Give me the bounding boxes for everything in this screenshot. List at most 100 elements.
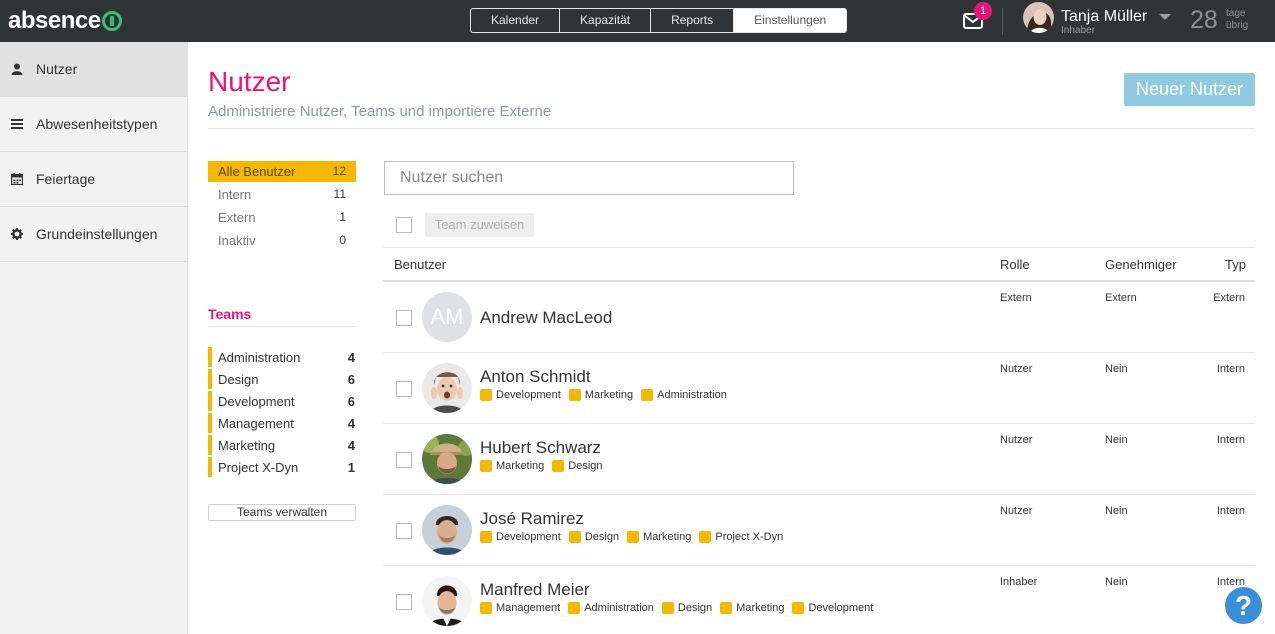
user-role: Extern [1000,292,1032,304]
sidebar-item-nutzer[interactable]: Nutzer [0,42,188,97]
nav-kalender[interactable]: Kalender [471,9,561,32]
divider [208,326,356,327]
sidebar-item-abwesenheitstypen[interactable]: Abwesenheitstypen [0,97,188,152]
manage-teams-button[interactable]: Teams verwalten [208,504,356,521]
new-user-button[interactable]: Neuer Nutzer [1124,73,1255,106]
avatar[interactable] [422,434,472,484]
team-count: 6 [347,372,355,387]
row-checkbox[interactable] [396,310,412,326]
user-type: Intern [1216,434,1245,446]
sidebar-item-grundeinstellungen[interactable]: Grundeinstellungen [0,207,188,262]
column-header-role[interactable]: Rolle [1000,257,1030,272]
team-count: 1 [347,460,355,475]
row-checkbox[interactable] [396,381,412,397]
user-name[interactable]: Andrew MacLeod [480,308,612,328]
column-header-approver[interactable]: Genehmiger [1105,257,1177,272]
table-row[interactable]: AM Andrew MacLeod Extern Extern Extern [383,282,1255,353]
team-item-management[interactable]: Management 4 [208,413,356,433]
team-tag: Marketing [568,389,633,401]
user-team-tags: Marketing Design [480,460,611,472]
team-item-design[interactable]: Design 6 [208,369,356,389]
user-name[interactable]: Manfred Meier [480,580,590,600]
nav-einstellungen[interactable]: Einstellungen [734,9,847,32]
team-item-marketing[interactable]: Marketing 4 [208,435,356,455]
avatar[interactable]: AM [422,292,472,342]
table-row[interactable]: Hubert Schwarz Marketing Design Nutzer N… [383,424,1255,495]
search-input[interactable] [384,161,794,195]
filter-inaktiv[interactable]: Inaktiv 0 [208,230,356,251]
tag-color-icon [720,602,733,614]
user-role: Nutzer [1000,505,1033,517]
tag-color-icon [552,460,565,472]
user-role: Nutzer [1000,363,1033,375]
tag-color-icon [480,602,492,614]
select-all-checkbox[interactable] [396,217,412,233]
row-checkbox[interactable] [396,452,412,468]
sidebar-item-feiertage[interactable]: Feiertage [0,152,188,207]
table-row[interactable]: José Ramirez Development Design Marketin… [383,495,1255,566]
avatar-initials: AM [430,304,464,329]
user-avatar[interactable] [1023,2,1054,33]
avatar[interactable] [422,505,472,555]
user-role: Inhaber [1000,576,1038,588]
user-name[interactable]: José Ramirez [480,509,584,529]
sidebar-item-label: Abwesenheitstypen [36,116,158,132]
help-button[interactable]: ? [1225,587,1262,624]
tag-color-icon [792,602,805,614]
list-icon [11,118,23,130]
user-name[interactable]: Tanja Müller [1061,8,1147,26]
team-label: Marketing [218,438,276,453]
user-name[interactable]: Hubert Schwarz [480,438,601,458]
tag-color-icon [699,531,712,543]
filter-all-users[interactable]: Alle Benutzer 12 [208,161,356,182]
team-count: 4 [347,416,355,431]
user-role: Inhaber [1061,25,1095,36]
team-tag: Design [568,531,619,543]
user-name[interactable]: Anton Schmidt [480,367,591,387]
table-row[interactable]: Anton Schmidt Development Marketing Admi… [383,353,1255,424]
filter-count: 12 [332,164,346,178]
filter-count: 0 [339,233,346,247]
page-subtitle: Administriere Nutzer, Teams und importie… [208,103,552,120]
team-tag: Management [480,602,560,614]
filter-extern[interactable]: Extern 1 [208,207,356,228]
team-count: 6 [347,394,355,409]
team-item-development[interactable]: Development 6 [208,391,356,411]
team-item-administration[interactable]: Administration 4 [208,347,356,367]
assign-team-button[interactable]: Team zuweisen [425,213,534,237]
team-tag: Development [792,602,873,614]
column-header-type[interactable]: Typ [1225,257,1246,272]
divider [208,128,1255,129]
team-label: Development [218,394,295,409]
team-tag: Development [480,531,561,543]
row-checkbox[interactable] [396,594,412,610]
user-role: Nutzer [1000,434,1033,446]
team-tag: Development [480,389,561,401]
team-label: Project X-Dyn [218,460,299,475]
nav-reports[interactable]: Reports [651,9,735,32]
user-approver: Nein [1105,434,1128,446]
tag-color-icon [641,389,654,401]
avatar[interactable] [422,363,472,413]
divider [1002,8,1003,35]
page-title: Nutzer [208,66,291,97]
tag-color-icon [568,602,581,614]
user-approver: Nein [1105,576,1128,588]
divider [383,247,1255,248]
team-item-project-x-dyn[interactable]: Project X-Dyn 1 [208,457,356,477]
row-checkbox[interactable] [396,523,412,539]
top-bar: absence Kalender Kapazität Reports Einst… [0,0,1275,42]
table-row[interactable]: Manfred Meier Management Administration … [383,566,1255,634]
avatar[interactable] [422,576,472,626]
logo-text: absence [8,7,101,34]
filter-count: 11 [333,187,346,201]
nav-kapazitaet[interactable]: Kapazität [560,9,652,32]
mail-badge: 1 [974,2,992,20]
user-approver: Nein [1105,363,1128,375]
chevron-down-icon[interactable] [1159,14,1171,20]
filter-intern[interactable]: Intern 11 [208,184,356,205]
column-header-user[interactable]: Benutzer [394,257,446,272]
user-team-tags: Management Administration Design Marketi… [480,602,881,614]
app-logo[interactable]: absence [8,7,122,34]
sidebar-item-label: Feiertage [36,171,96,187]
